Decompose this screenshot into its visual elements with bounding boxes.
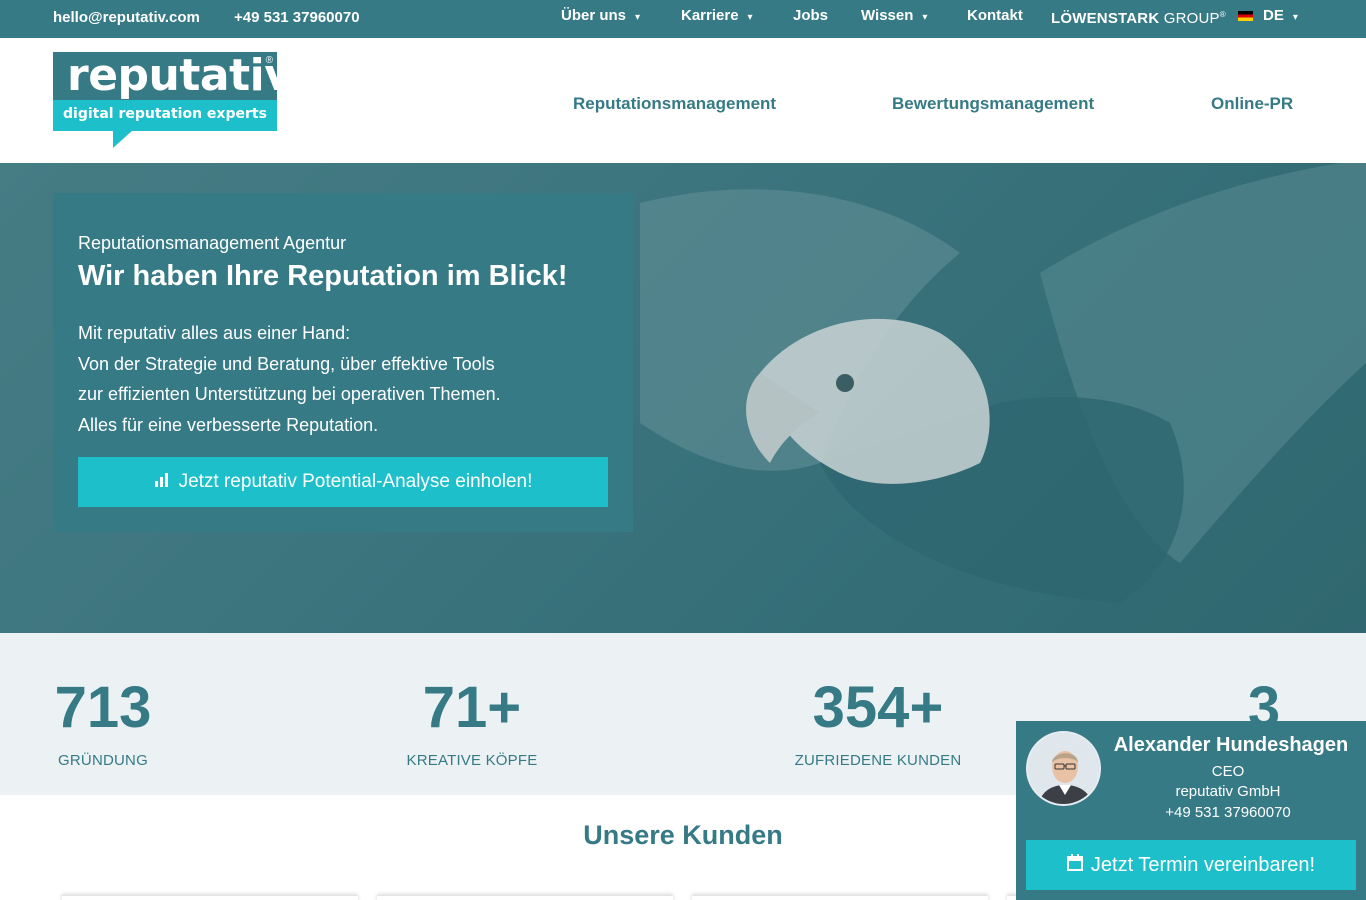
- avatar: [1026, 731, 1101, 806]
- group-logo-mark: ®: [1219, 10, 1226, 19]
- contact-name: Alexander Hundeshagen: [1113, 734, 1349, 756]
- chevron-down-icon: ▾: [1292, 12, 1298, 23]
- phone-link[interactable]: +49 531 37960070: [234, 9, 360, 26]
- logo-top-band: reputativ ®: [53, 50, 293, 101]
- client-card[interactable]: [62, 895, 358, 900]
- email-link[interactable]: hello@reputativ.com: [53, 9, 200, 26]
- top-bar: hello@reputativ.com +49 531 37960070 Übe…: [0, 0, 1366, 38]
- stat-number: 713: [54, 675, 152, 740]
- logo-tagline-band: digital reputation experts: [53, 100, 277, 131]
- topnav-label: Über uns: [561, 7, 627, 24]
- hero-text-line: Von der Strategie und Beratung, über eff…: [78, 353, 495, 374]
- topnav-label: Wissen: [861, 7, 914, 24]
- topnav-ueber-uns[interactable]: Über uns ▾: [561, 7, 640, 24]
- contact-phone-link[interactable]: +49 531 37960070: [1111, 804, 1345, 821]
- stat-kreative-koepfe: 71+ KREATIVE KÖPFE: [395, 675, 549, 770]
- chevron-down-icon: ▾: [922, 12, 928, 23]
- nav-online-pr[interactable]: Online-PR: [1211, 94, 1293, 114]
- logo-speech-tail: [113, 130, 133, 148]
- termin-label: Jetzt Termin vereinbaren!: [1090, 853, 1316, 876]
- client-card[interactable]: [377, 895, 673, 900]
- site-header: reputativ ® digital reputation experts R…: [0, 38, 1366, 163]
- potential-analyse-button[interactable]: Jetzt reputativ Potential-Analyse einhol…: [78, 457, 608, 507]
- logo-tagline: digital reputation experts: [63, 106, 267, 122]
- chevron-down-icon: ▾: [747, 12, 753, 23]
- group-logo-bold: LÖWENSTARK: [1051, 10, 1160, 27]
- topnav-wissen[interactable]: Wissen ▾: [861, 7, 927, 24]
- hero-text: Mit reputativ alles aus einer Hand: Von …: [78, 318, 501, 440]
- stat-zufriedene-kunden: 354+ ZUFRIEDENE KUNDEN: [785, 675, 971, 770]
- topnav-jobs[interactable]: Jobs: [793, 7, 828, 24]
- topnav-label: Jobs: [793, 7, 829, 24]
- hero-title: Wir haben Ihre Reputation im Blick!: [78, 260, 568, 292]
- hero-text-line: Alles für eine verbesserte Reputation.: [78, 414, 379, 435]
- stat-label: ZUFRIEDENE KUNDEN: [794, 752, 962, 769]
- topnav-karriere[interactable]: Karriere ▾: [681, 7, 753, 24]
- hero-subtitle: Reputationsmanagement Agentur: [78, 233, 347, 253]
- german-flag-icon: [1238, 11, 1253, 21]
- nav-bewertungsmanagement[interactable]: Bewertungsmanagement: [892, 94, 1094, 114]
- topnav-label: Kontakt: [967, 7, 1023, 24]
- hero-text-line: zur effizienten Unterstützung bei operat…: [78, 384, 501, 404]
- hero-section: Reputationsmanagement Agentur Wir haben …: [0, 163, 1366, 633]
- topnav-label: Karriere: [681, 7, 739, 24]
- logo-wordmark: reputativ: [67, 50, 293, 101]
- logo-registered-mark: ®: [265, 55, 273, 66]
- nav-reputationsmanagement[interactable]: Reputationsmanagement: [573, 94, 776, 114]
- stat-gruendung: 713 GRÜNDUNG: [53, 675, 153, 770]
- chevron-down-icon: ▾: [635, 12, 641, 23]
- contact-widget: Alexander Hundeshagen CEO reputativ GmbH…: [1016, 721, 1366, 900]
- termin-button[interactable]: Jetzt Termin vereinbaren!: [1026, 840, 1356, 890]
- contact-company: reputativ GmbH: [1175, 783, 1281, 800]
- calendar-icon: [1066, 854, 1083, 876]
- topnav-kontakt[interactable]: Kontakt: [967, 7, 1023, 24]
- language-label: DE: [1263, 7, 1284, 24]
- client-card[interactable]: [692, 895, 988, 900]
- hero-content-box: Reputationsmanagement Agentur Wir haben …: [53, 193, 633, 532]
- contact-role: CEO: [1211, 763, 1245, 780]
- stat-label: GRÜNDUNG: [58, 752, 148, 769]
- language-switcher[interactable]: DE ▾: [1238, 7, 1298, 24]
- group-logo-regular: GROUP: [1159, 10, 1220, 27]
- stat-number: 354+: [812, 675, 944, 740]
- hero-text-line: Mit reputativ alles aus einer Hand:: [78, 323, 351, 343]
- potential-analyse-label: Jetzt reputativ Potential-Analyse einhol…: [178, 471, 533, 492]
- reputativ-logo[interactable]: reputativ ® digital reputation experts: [53, 50, 293, 148]
- stat-number: 71+: [422, 675, 522, 740]
- stat-label: KREATIVE KÖPFE: [406, 752, 538, 769]
- chart-icon: [154, 472, 170, 493]
- lowenstark-group-logo[interactable]: LÖWENSTARK GROUP®: [1051, 10, 1226, 27]
